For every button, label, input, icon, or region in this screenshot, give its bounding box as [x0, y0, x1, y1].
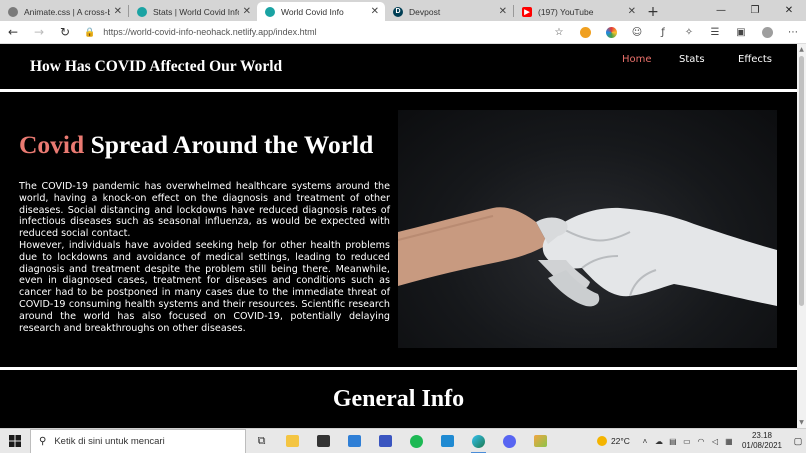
- extension-icon[interactable]: [572, 23, 598, 42]
- weather-widget[interactable]: 22°C: [596, 436, 630, 446]
- lock-icon: 🔒: [84, 26, 96, 37]
- battery-icon[interactable]: ▭: [680, 437, 694, 446]
- puzzle-extensions-icon[interactable]: ✧: [676, 23, 702, 42]
- youtube-favicon-icon: ▶: [522, 6, 532, 17]
- edge-browser-icon[interactable]: [463, 429, 494, 453]
- back-icon[interactable]: ←: [0, 25, 26, 39]
- start-button[interactable]: [0, 429, 30, 453]
- section-title: General Info: [332, 386, 465, 412]
- address-bar[interactable]: 🔒 https://world-covid-info-neohack.netli…: [84, 23, 522, 42]
- close-icon[interactable]: ✕: [628, 6, 636, 17]
- browser-tab-strip: Animate.css | A cross-brow ✕ Stats | Wor…: [0, 0, 806, 21]
- nav-effects-link[interactable]: Effects: [738, 54, 772, 65]
- close-icon[interactable]: ✕: [499, 6, 507, 17]
- vscode-icon[interactable]: [432, 429, 463, 453]
- devpost-favicon-icon: D: [393, 6, 403, 17]
- printer-icon[interactable]: ▤: [666, 437, 680, 446]
- hero-paragraph: The COVID-19 pandemic has overwhelmed he…: [19, 181, 390, 240]
- site-brand[interactable]: How Has COVID Affected Our World: [30, 58, 282, 76]
- mail-icon[interactable]: [339, 429, 370, 453]
- site-navbar: How Has COVID Affected Our World Home St…: [0, 44, 797, 88]
- nav-stats-link[interactable]: Stats: [679, 54, 738, 65]
- search-icon: ⚲: [39, 435, 47, 447]
- add-favorite-icon[interactable]: ☆: [546, 23, 572, 42]
- tab-stats[interactable]: Stats | World Covid Info ✕: [129, 2, 257, 21]
- tab-world-covid-info[interactable]: World Covid Info ✕: [257, 2, 385, 21]
- font-extension-icon[interactable]: ƒ: [650, 23, 676, 42]
- clock-date: 01/08/2021: [741, 441, 782, 450]
- volume-icon[interactable]: ◁: [708, 437, 722, 446]
- divider-line: [0, 89, 797, 92]
- store-icon[interactable]: [308, 429, 339, 453]
- search-placeholder: Ketik di sini untuk mencari: [54, 435, 165, 447]
- system-tray: 22°C ˄ ☁ ▤ ▭ ◠ ◁ ▦ 23.18 01/08/2021 ▢: [596, 431, 806, 451]
- handshake-illustration: [398, 207, 777, 307]
- close-window-icon[interactable]: ✕: [772, 5, 806, 16]
- close-icon[interactable]: ✕: [371, 6, 379, 17]
- close-icon[interactable]: ✕: [114, 6, 122, 17]
- browser-toolbar: ← → ↻ 🔒 https://world-covid-info-neohack…: [0, 21, 806, 44]
- tab-label: (197) YouTube: [538, 6, 594, 17]
- windows-logo-icon: [9, 435, 21, 447]
- refresh-icon[interactable]: ↻: [52, 25, 78, 39]
- hero-paragraph: However, individuals have avoided seekin…: [19, 239, 390, 334]
- toolbar-icons: ☆ ☺ ƒ ✧ ☰ ▣ ⋯: [546, 23, 806, 42]
- favorites-icon[interactable]: ☰: [702, 23, 728, 42]
- close-icon[interactable]: ✕: [243, 6, 251, 17]
- handshake-gloves-image: [398, 110, 777, 348]
- more-menu-icon[interactable]: ⋯: [780, 23, 806, 42]
- taskbar-apps: ⧉: [246, 429, 556, 453]
- collections-icon[interactable]: ▣: [728, 23, 754, 42]
- tab-devpost[interactable]: D Devpost ✕: [385, 2, 513, 21]
- onedrive-icon[interactable]: ☁: [652, 437, 666, 446]
- paint-icon[interactable]: [525, 429, 556, 453]
- scrollbar-thumb[interactable]: [799, 56, 804, 306]
- language-icon[interactable]: ▦: [722, 437, 736, 446]
- tab-animate-css[interactable]: Animate.css | A cross-brow ✕: [0, 2, 128, 21]
- globe-favicon-icon: [265, 6, 275, 17]
- forward-icon[interactable]: →: [26, 25, 52, 39]
- tab-label: World Covid Info: [281, 6, 344, 17]
- taskbar-clock[interactable]: 23.18 01/08/2021: [742, 431, 782, 451]
- taskbar-search-input[interactable]: ⚲ Ketik di sini untuk mencari: [30, 428, 246, 453]
- tab-youtube[interactable]: ▶ (197) YouTube ✕: [514, 2, 642, 21]
- profile-avatar[interactable]: [754, 23, 780, 42]
- color-extension-icon[interactable]: [598, 23, 624, 42]
- windows-taskbar: ⚲ Ketik di sini untuk mencari ⧉ 22°C ˄ ☁…: [0, 428, 806, 453]
- emoji-extension-icon[interactable]: ☺: [624, 23, 650, 42]
- scroll-down-icon[interactable]: ▼: [797, 419, 806, 426]
- page-scrollbar[interactable]: ▲ ▼: [797, 44, 806, 428]
- new-tab-button[interactable]: +: [642, 2, 664, 21]
- weather-temp: 22°C: [610, 436, 630, 446]
- wifi-icon[interactable]: ◠: [694, 437, 708, 446]
- hero-title-accent: Covid: [19, 130, 85, 159]
- hero-description: The COVID-19 pandemic has overwhelmed he…: [19, 181, 390, 334]
- minimize-icon[interactable]: —: [704, 5, 738, 16]
- nav-home-link[interactable]: Home: [622, 54, 679, 65]
- show-hidden-icons-icon[interactable]: ˄: [638, 437, 652, 446]
- divider-line: [0, 367, 797, 370]
- discord-icon[interactable]: [494, 429, 525, 453]
- animate-favicon-icon: [8, 6, 18, 17]
- spotify-icon[interactable]: [401, 429, 432, 453]
- file-explorer-icon[interactable]: [277, 429, 308, 453]
- tab-label: Devpost: [409, 6, 441, 17]
- notifications-icon[interactable]: ▢: [790, 436, 806, 447]
- clock-time: 23.18: [751, 431, 772, 440]
- url-host: https://world-covid-info-neohack.netlify…: [103, 27, 274, 37]
- task-view-icon[interactable]: ⧉: [246, 429, 277, 453]
- restore-icon[interactable]: ❐: [738, 5, 772, 16]
- hero-title-rest: Spread Around the World: [84, 130, 374, 159]
- nav-links: Home Stats Effects: [622, 54, 772, 65]
- url-path: /index.html: [273, 27, 317, 37]
- scroll-up-icon[interactable]: ▲: [797, 46, 806, 53]
- sun-icon: [596, 436, 607, 446]
- code-app-icon[interactable]: [370, 429, 401, 453]
- tab-label: Animate.css | A cross-brow: [24, 6, 110, 17]
- web-page: How Has COVID Affected Our World Home St…: [0, 44, 797, 428]
- globe-favicon-icon: [137, 6, 147, 17]
- window-controls: — ❐ ✕: [704, 0, 806, 21]
- hero-title: Covid Spread Around the World: [19, 130, 373, 160]
- tab-label: Stats | World Covid Info: [153, 6, 239, 17]
